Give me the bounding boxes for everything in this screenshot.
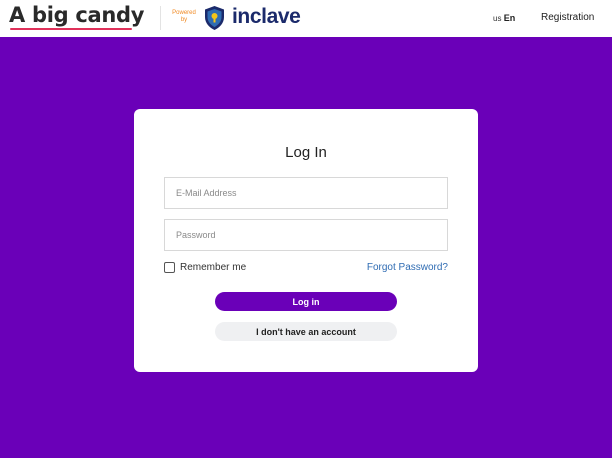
login-button[interactable]: Log in [215, 292, 397, 311]
shield-icon [205, 6, 224, 30]
remember-me-checkbox[interactable] [164, 262, 175, 273]
forgot-password-link[interactable]: Forgot Password? [367, 262, 448, 273]
no-account-button[interactable]: I don't have an account [215, 322, 397, 341]
powered-by-line1: Powered [172, 10, 196, 16]
header-divider [160, 6, 161, 30]
language-code: En [503, 13, 516, 23]
remember-me-row[interactable]: Remember me [164, 262, 246, 273]
login-card: Log In Remember me Forgot Password? Log … [134, 109, 478, 372]
registration-link[interactable]: Registration [541, 12, 594, 23]
brand-logo[interactable]: A big candy [9, 3, 144, 27]
partner-logo-text: inclave [232, 5, 301, 28]
remember-me-label: Remember me [180, 262, 247, 273]
email-field[interactable] [164, 177, 448, 209]
powered-by-label: Powered by [170, 10, 198, 24]
top-navbar: A big candy Powered by inclave us En Reg… [0, 0, 612, 37]
login-title: Log In [285, 144, 327, 161]
password-field[interactable] [164, 219, 448, 251]
brand-underline [10, 28, 132, 30]
language-selector[interactable]: us En [493, 13, 515, 23]
language-region: us [493, 14, 502, 23]
powered-by-line2: by [180, 17, 188, 23]
